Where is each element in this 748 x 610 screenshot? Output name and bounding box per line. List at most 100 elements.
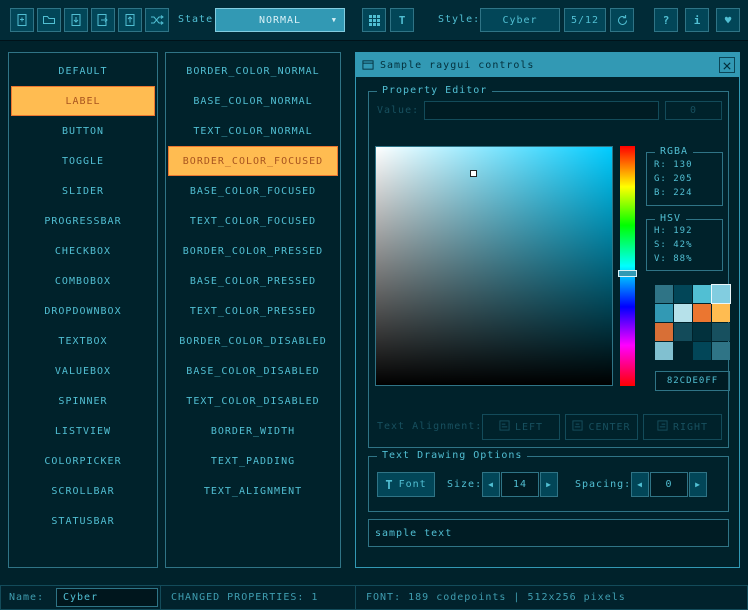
size-increase-button[interactable]: ▶: [540, 472, 558, 497]
font-editor-button[interactable]: T: [390, 8, 414, 32]
hsv-v-value: V: 88%: [654, 254, 693, 264]
palette-swatch[interactable]: [655, 285, 673, 303]
list-item[interactable]: BASE_COLOR_PRESSED: [168, 266, 338, 296]
hue-slider-handle[interactable]: [618, 270, 637, 277]
state-dropdown[interactable]: NORMAL ▼: [215, 8, 345, 32]
open-style-button[interactable]: [37, 8, 61, 32]
grid-icon: [368, 14, 381, 27]
list-item[interactable]: TEXT_ALIGNMENT: [168, 476, 338, 506]
list-item[interactable]: LABEL: [11, 86, 155, 116]
font-button[interactable]: T Font: [377, 472, 435, 497]
random-style-button[interactable]: [145, 8, 169, 32]
list-item[interactable]: SPINNER: [11, 386, 155, 416]
sponsor-button[interactable]: ♥: [716, 8, 740, 32]
list-item[interactable]: DROPDOWNBOX: [11, 296, 155, 326]
palette-swatch[interactable]: [655, 304, 673, 322]
list-item[interactable]: PROGRESSBAR: [11, 206, 155, 236]
list-item[interactable]: TEXT_COLOR_FOCUSED: [168, 206, 338, 236]
align-left-button[interactable]: LEFT: [482, 414, 560, 440]
file-new-icon: [15, 13, 29, 27]
sample-text-value: sample text: [375, 528, 452, 539]
list-item[interactable]: BORDER_COLOR_FOCUSED: [168, 146, 338, 176]
list-item[interactable]: BORDER_COLOR_DISABLED: [168, 326, 338, 356]
style-name-input[interactable]: Cyber: [56, 588, 158, 607]
controls-table-button[interactable]: [362, 8, 386, 32]
palette-swatch[interactable]: [655, 323, 673, 341]
list-item[interactable]: COLORPICKER: [11, 446, 155, 476]
shuffle-icon: [150, 13, 164, 27]
palette-swatch[interactable]: [674, 342, 692, 360]
spacing-value-box[interactable]: 0: [650, 472, 688, 497]
palette-swatch[interactable]: [712, 323, 730, 341]
style-label: Style:: [438, 8, 480, 32]
size-value-box[interactable]: 14: [501, 472, 539, 497]
list-item[interactable]: TEXT_COLOR_NORMAL: [168, 116, 338, 146]
list-item[interactable]: TEXTBOX: [11, 326, 155, 356]
hex-color-input[interactable]: 82CDE0FF: [655, 371, 730, 391]
palette-swatch[interactable]: [712, 285, 730, 303]
spacing-increase-button[interactable]: ▶: [689, 472, 707, 497]
align-right-label: RIGHT: [673, 422, 708, 433]
list-item[interactable]: TEXT_COLOR_DISABLED: [168, 386, 338, 416]
new-style-button[interactable]: [10, 8, 34, 32]
list-item[interactable]: STATUSBAR: [11, 506, 155, 536]
list-item[interactable]: BASE_COLOR_NORMAL: [168, 86, 338, 116]
palette-swatch[interactable]: [712, 342, 730, 360]
list-item[interactable]: VALUEBOX: [11, 356, 155, 386]
save-style-button[interactable]: [64, 8, 88, 32]
window-icon: [362, 59, 374, 71]
spacing-decrease-button[interactable]: ◀: [631, 472, 649, 497]
list-item[interactable]: SLIDER: [11, 176, 155, 206]
list-item[interactable]: TEXT_COLOR_PRESSED: [168, 296, 338, 326]
style-counter[interactable]: 5/12: [564, 8, 606, 32]
list-item[interactable]: TEXT_PADDING: [168, 446, 338, 476]
info-button[interactable]: i: [685, 8, 709, 32]
style-selector[interactable]: Cyber: [480, 8, 560, 32]
right-arrow-icon: ▶: [546, 480, 552, 489]
properties-list: BORDER_COLOR_NORMALBASE_COLOR_NORMALTEXT…: [165, 52, 341, 568]
window-titlebar[interactable]: Sample raygui controls: [356, 53, 739, 77]
list-item[interactable]: LISTVIEW: [11, 416, 155, 446]
state-label: State: [178, 8, 213, 32]
toolbar: State NORMAL ▼ T Style: Cyber 5/12 ? i ♥: [0, 0, 748, 41]
palette-swatch[interactable]: [674, 323, 692, 341]
size-decrease-button[interactable]: ◀: [482, 472, 500, 497]
palette-swatch[interactable]: [693, 342, 711, 360]
list-item[interactable]: TOGGLE: [11, 146, 155, 176]
palette-swatch[interactable]: [693, 304, 711, 322]
align-right-button[interactable]: RIGHT: [643, 414, 722, 440]
palette-swatch[interactable]: [712, 304, 730, 322]
text-options-group: Text Drawing Options T Font Size: ◀ 14 ▶…: [368, 456, 729, 512]
list-item[interactable]: BORDER_WIDTH: [168, 416, 338, 446]
left-arrow-icon: ◀: [637, 480, 643, 489]
list-item[interactable]: BASE_COLOR_FOCUSED: [168, 176, 338, 206]
color-picker-cursor[interactable]: [470, 170, 477, 177]
palette-swatch[interactable]: [655, 342, 673, 360]
value-input[interactable]: [424, 101, 659, 120]
help-button[interactable]: ?: [654, 8, 678, 32]
palette-swatch[interactable]: [674, 285, 692, 303]
font-info-text: FONT: 189 codepoints | 512x256 pixels: [366, 592, 626, 603]
list-item[interactable]: COMBOBOX: [11, 266, 155, 296]
export-style-button[interactable]: [91, 8, 115, 32]
reload-style-button[interactable]: [610, 8, 634, 32]
list-item[interactable]: DEFAULT: [11, 56, 155, 86]
heart-icon: ♥: [725, 14, 732, 27]
value-spinner[interactable]: 0: [665, 101, 722, 120]
color-picker-panel[interactable]: [375, 146, 613, 386]
palette-swatch[interactable]: [693, 323, 711, 341]
sample-text-input[interactable]: sample text: [368, 519, 729, 547]
list-item[interactable]: BASE_COLOR_DISABLED: [168, 356, 338, 386]
palette-swatch[interactable]: [693, 285, 711, 303]
list-item[interactable]: BORDER_COLOR_PRESSED: [168, 236, 338, 266]
list-item[interactable]: CHECKBOX: [11, 236, 155, 266]
palette-swatch[interactable]: [674, 304, 692, 322]
import-style-button[interactable]: [118, 8, 142, 32]
list-item[interactable]: SCROLLBAR: [11, 476, 155, 506]
close-button[interactable]: [719, 57, 735, 73]
list-item[interactable]: BUTTON: [11, 116, 155, 146]
align-center-button[interactable]: CENTER: [565, 414, 638, 440]
hue-slider[interactable]: [620, 146, 635, 386]
list-item[interactable]: BORDER_COLOR_NORMAL: [168, 56, 338, 86]
rgba-title: RGBA: [655, 146, 693, 157]
